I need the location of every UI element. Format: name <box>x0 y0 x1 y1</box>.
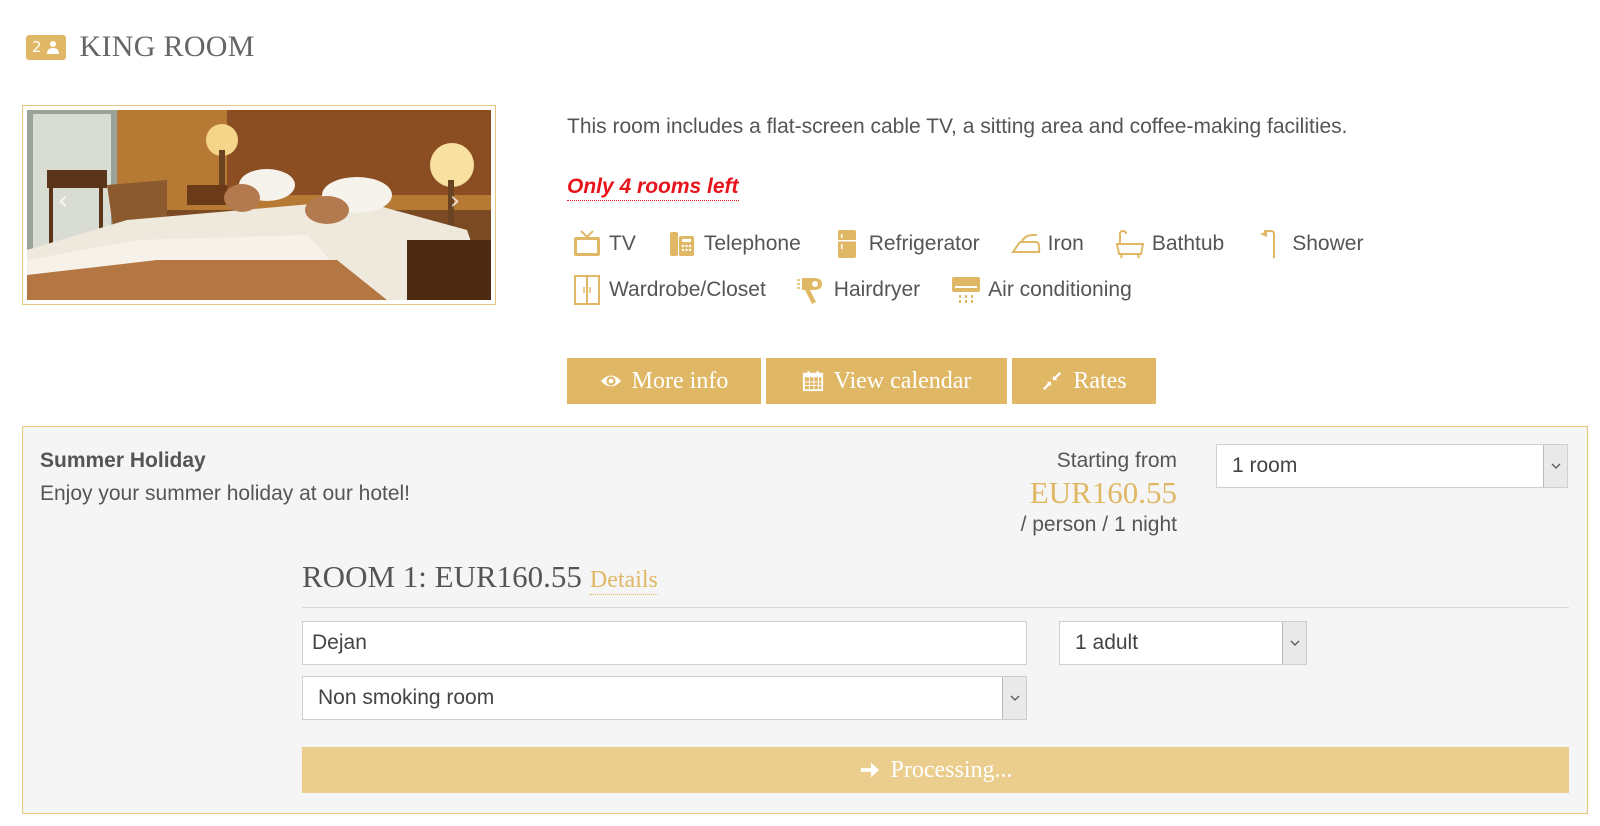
more-info-label: More info <box>631 367 729 394</box>
occupancy-count: 2 <box>32 38 42 56</box>
hairdryer-icon <box>796 278 822 304</box>
amenity-label: Wardrobe/Closet <box>609 278 766 301</box>
gallery-prev-arrow[interactable]: ‹ <box>53 186 73 216</box>
rooms-count-select[interactable]: 1 room <box>1216 444 1568 488</box>
amenity-wardrobe: Wardrobe/Closet <box>571 274 766 306</box>
room-photo <box>27 110 491 300</box>
room-line-title: ROOM 1: EUR160.55 <box>302 559 582 594</box>
amenity-label: Bathtub <box>1151 232 1225 255</box>
adults-value: 1 adult <box>1075 631 1139 654</box>
processing-label: Processing... <box>890 756 1013 783</box>
refrigerator-icon <box>837 230 856 258</box>
shower-icon <box>1260 230 1276 258</box>
room-title: KING ROOM <box>79 30 255 63</box>
amenity-label: Air conditioning <box>988 278 1132 301</box>
rate-description: Enjoy your summer holiday at our hotel! <box>40 482 411 505</box>
processing-button[interactable]: Processing... <box>302 747 1569 793</box>
room-description: This room includes a flat-screen cable T… <box>567 115 1348 138</box>
amenity-label: Refrigerator <box>868 232 980 255</box>
amenity-tv: TV <box>571 228 636 260</box>
room-header: 2 KING ROOM <box>26 30 255 64</box>
details-link[interactable]: Details <box>589 567 658 595</box>
rate-name: Summer Holiday <box>40 449 206 472</box>
iron-icon <box>1010 234 1040 253</box>
bathtub-icon <box>1115 229 1145 259</box>
chevron-down-icon[interactable] <box>1543 445 1567 487</box>
telephone-icon <box>669 232 694 256</box>
amenity-label: Shower <box>1292 232 1364 255</box>
room-action-buttons: More info View calendar Rates <box>567 358 1156 404</box>
rates-button[interactable]: Rates <box>1012 358 1156 404</box>
amenity-label: Iron <box>1047 232 1084 255</box>
starting-price-unit: / person / 1 night <box>1020 513 1177 536</box>
arrow-right-icon <box>860 762 879 778</box>
person-icon <box>46 41 59 54</box>
amenity-telephone: Telephone <box>666 228 801 260</box>
room-line: ROOM 1: EUR160.55 Details <box>302 559 658 595</box>
starting-label: Starting from <box>1056 449 1177 472</box>
air-conditioning-icon <box>952 277 981 303</box>
tv-icon <box>574 230 600 256</box>
divider <box>302 607 1569 608</box>
amenity-air-conditioning: Air conditioning <box>950 274 1132 306</box>
more-info-button[interactable]: More info <box>567 358 761 404</box>
amenity-hairdryer: Hairdryer <box>796 274 920 306</box>
availability-notice: Only 4 rooms left <box>567 175 739 201</box>
amenity-refrigerator: Refrigerator <box>831 228 980 260</box>
amenity-label: Hairdryer <box>833 278 921 301</box>
starting-price-block: Starting from EUR160.55 / person / 1 nig… <box>1021 449 1177 537</box>
room-photo-gallery[interactable]: ‹ › <box>22 105 496 305</box>
occupancy-badge: 2 <box>26 34 66 60</box>
guest-name-input[interactable]: Dejan <box>302 621 1027 665</box>
amenity-shower: Shower <box>1254 228 1363 260</box>
smoking-preference-value: Non smoking room <box>318 686 495 709</box>
smoking-preference-select[interactable]: Non smoking room <box>302 676 1027 720</box>
rate-panel: Summer Holiday Enjoy your summer holiday… <box>22 426 1588 814</box>
amenity-iron: Iron <box>1010 228 1084 260</box>
compress-icon <box>1043 371 1062 391</box>
adults-select[interactable]: 1 adult <box>1059 621 1307 665</box>
wardrobe-icon <box>574 275 600 305</box>
eye-icon <box>600 375 621 387</box>
amenity-label: Telephone <box>703 232 801 255</box>
view-calendar-label: View calendar <box>833 367 972 394</box>
chevron-down-icon[interactable] <box>1002 677 1026 719</box>
rates-label: Rates <box>1073 367 1127 394</box>
view-calendar-button[interactable]: View calendar <box>766 358 1007 404</box>
chevron-down-icon[interactable] <box>1282 622 1306 664</box>
calendar-icon <box>802 370 823 392</box>
starting-price: EUR160.55 <box>1029 475 1177 510</box>
rooms-count-value: 1 room <box>1232 454 1298 477</box>
amenity-label: TV <box>609 232 636 255</box>
amenities-list: TV Telephone Refrigerator Iron Bathtub S… <box>571 228 1471 306</box>
gallery-next-arrow[interactable]: › <box>445 186 465 216</box>
amenity-bathtub: Bathtub <box>1114 228 1224 260</box>
